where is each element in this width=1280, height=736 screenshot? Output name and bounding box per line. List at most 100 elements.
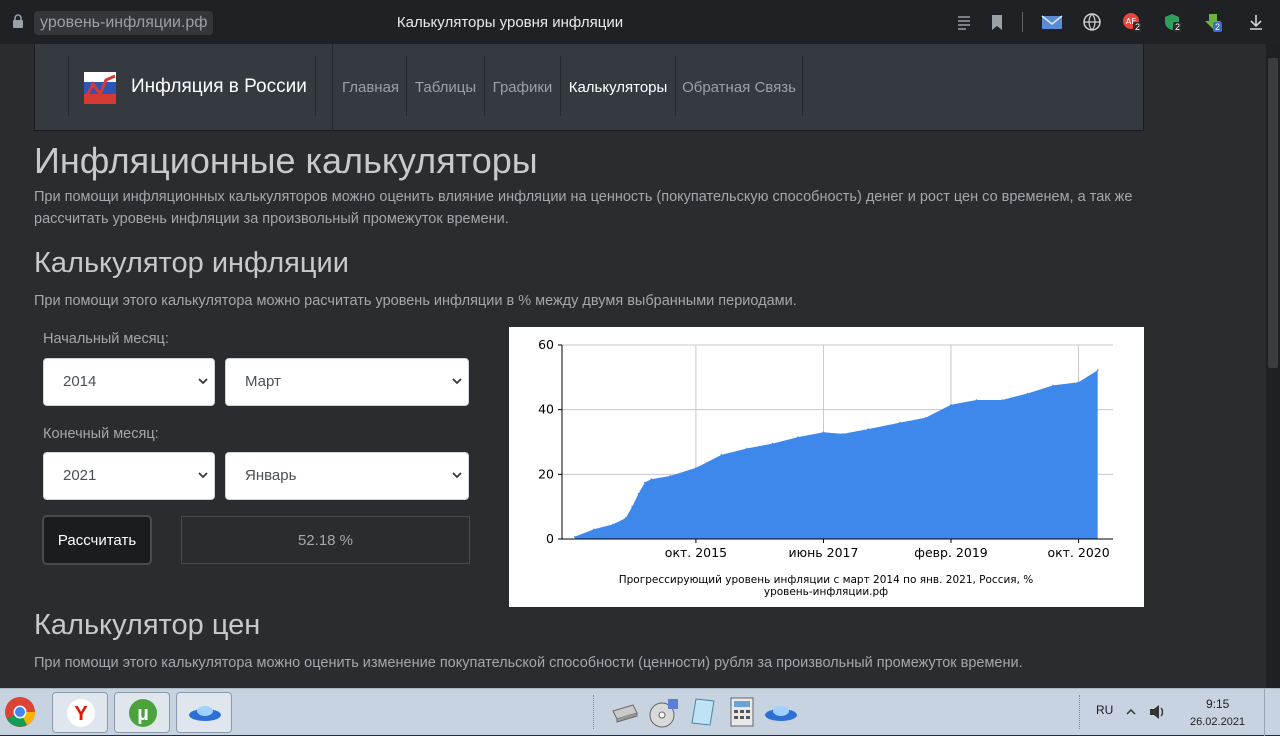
data-point xyxy=(644,481,646,484)
chevron-down-icon xyxy=(452,378,462,385)
y-tick-label: 60 xyxy=(538,337,554,352)
intro-text: При помощи инфляционных калькуляторов мо… xyxy=(34,189,1133,227)
chrome-icon[interactable] xyxy=(4,696,36,728)
end-month-label: Конечный месяц: xyxy=(43,426,159,442)
extension-badge: 2 xyxy=(1173,22,1183,32)
nav-item-home[interactable]: Главная xyxy=(335,56,407,116)
data-point xyxy=(822,431,825,434)
price-calc-title: Калькулятор цен xyxy=(34,609,261,641)
data-point xyxy=(867,428,869,430)
extension-badge: 2 xyxy=(1213,22,1223,32)
web-page: Инфляция в России Главная Таблицы График… xyxy=(0,44,1266,688)
notepad-icon[interactable] xyxy=(690,697,718,727)
volume-icon[interactable] xyxy=(1148,703,1166,721)
end-month-value: Январь xyxy=(245,467,297,484)
bookmark-icon[interactable] xyxy=(987,12,1007,32)
data-point xyxy=(637,492,640,495)
inflation-calc-title: Калькулятор инфляции xyxy=(34,247,349,279)
taskbar-app-button[interactable] xyxy=(176,692,232,733)
taskbar: Y µ RU 9:15 26.02.2021 xyxy=(0,688,1280,736)
taskbar-divider xyxy=(593,695,596,729)
data-point xyxy=(841,433,844,435)
chart-caption: Прогрессирующий уровень инфляции с март … xyxy=(619,574,1034,586)
svg-text:Y: Y xyxy=(74,703,88,725)
start-month-label: Начальный месяц: xyxy=(43,331,169,347)
cd-drive-icon[interactable] xyxy=(648,697,680,729)
end-year-select[interactable]: 2021 xyxy=(43,452,215,500)
price-calc-description: При помощи этого калькулятора можно оцен… xyxy=(34,655,1023,671)
site-navbar: Инфляция в России Главная Таблицы График… xyxy=(34,44,1144,131)
data-point xyxy=(650,478,653,480)
page-title: Инфляционные калькуляторы xyxy=(34,140,538,181)
site-brand: Инфляция в России xyxy=(131,76,307,97)
language-indicator[interactable]: RU xyxy=(1096,703,1113,717)
x-tick-label: окт. 2015 xyxy=(665,545,727,560)
data-point xyxy=(612,523,614,526)
end-month-select[interactable]: Январь xyxy=(225,452,469,500)
brand-link[interactable]: Инфляция в России xyxy=(68,56,316,116)
reader-mode-icon[interactable] xyxy=(954,12,974,32)
data-point xyxy=(1001,399,1003,401)
saucer-app-icon xyxy=(189,706,221,721)
data-point xyxy=(574,535,576,538)
taskbar-yandex-button[interactable]: Y xyxy=(52,692,108,733)
data-point xyxy=(1052,384,1054,387)
start-year-select[interactable]: 2014 xyxy=(43,358,215,406)
data-point xyxy=(669,475,672,477)
taskbar-utorrent-button[interactable]: µ xyxy=(114,692,170,733)
start-month-value: Март xyxy=(245,373,281,390)
data-point xyxy=(746,447,748,450)
globe-icon[interactable] xyxy=(1082,12,1102,32)
inflation-chart: окт. 2015 июнь 2017 февр. 2019 окт. 2020 0 20… xyxy=(509,327,1144,607)
data-point xyxy=(924,417,927,419)
utorrent-icon: µ xyxy=(129,699,157,727)
calculate-button[interactable]: Рассчитать xyxy=(42,515,152,565)
nav-item-tables[interactable]: Таблицы xyxy=(407,56,485,116)
calculator-icon[interactable] xyxy=(730,697,754,727)
chevron-down-icon xyxy=(198,472,208,479)
site-logo-icon xyxy=(84,72,116,104)
browser-toolbar: уровень-инфляции.рф Калькуляторы уровня … xyxy=(0,0,1280,44)
yandex-icon: Y xyxy=(67,699,95,727)
downloads-icon[interactable] xyxy=(1246,12,1266,32)
chart-caption-source: уровень-инфляции.рф xyxy=(764,586,888,598)
show-desktop-button[interactable] xyxy=(1264,689,1280,736)
data-point xyxy=(1096,369,1099,371)
inflation-result: 52.18 % xyxy=(181,516,470,564)
clock-date[interactable]: 26.02.2021 xyxy=(1190,716,1245,728)
chart-svg: окт. 2015 июнь 2017 февр. 2019 окт. 2020 0 20… xyxy=(538,337,1113,598)
scrollbar-thumb[interactable] xyxy=(1268,58,1278,368)
nav-item-charts[interactable]: Графики xyxy=(485,56,561,116)
saucer-app-icon[interactable] xyxy=(763,701,799,725)
chevron-down-icon xyxy=(452,472,462,479)
tab-title: Калькуляторы уровня инфляции xyxy=(396,14,624,31)
data-point xyxy=(695,467,697,469)
extension-badge: 2 xyxy=(1133,22,1143,32)
y-tick-label: 0 xyxy=(546,531,554,546)
taskbar-divider xyxy=(1079,695,1082,729)
mail-icon[interactable] xyxy=(1041,12,1063,32)
clock-time[interactable]: 9:15 xyxy=(1206,697,1229,711)
chevron-up-icon[interactable] xyxy=(1126,708,1136,716)
svg-text:µ: µ xyxy=(137,703,149,725)
x-tick-label: февр. 2019 xyxy=(914,545,987,560)
end-year-value: 2021 xyxy=(63,467,97,484)
data-point xyxy=(631,505,633,508)
start-year-value: 2014 xyxy=(63,373,97,390)
nav-divider xyxy=(332,44,333,131)
y-tick-label: 20 xyxy=(538,466,554,481)
x-tick-label: окт. 2020 xyxy=(1047,545,1109,560)
y-tick-label: 40 xyxy=(538,402,554,417)
data-point xyxy=(1026,392,1029,395)
data-point xyxy=(950,404,952,406)
nav-item-calculators[interactable]: Калькуляторы xyxy=(561,56,676,116)
start-month-select[interactable]: Март xyxy=(225,358,469,406)
data-point xyxy=(975,399,978,401)
inflation-calc-description: При помощи этого калькулятора можно расч… xyxy=(34,293,797,309)
drive-icon[interactable] xyxy=(609,701,639,725)
data-point xyxy=(593,528,595,531)
data-point xyxy=(1077,381,1080,383)
x-tick-label: июнь 2017 xyxy=(788,545,858,560)
data-point xyxy=(625,517,627,519)
nav-item-feedback[interactable]: Обратная Связь xyxy=(676,56,803,116)
